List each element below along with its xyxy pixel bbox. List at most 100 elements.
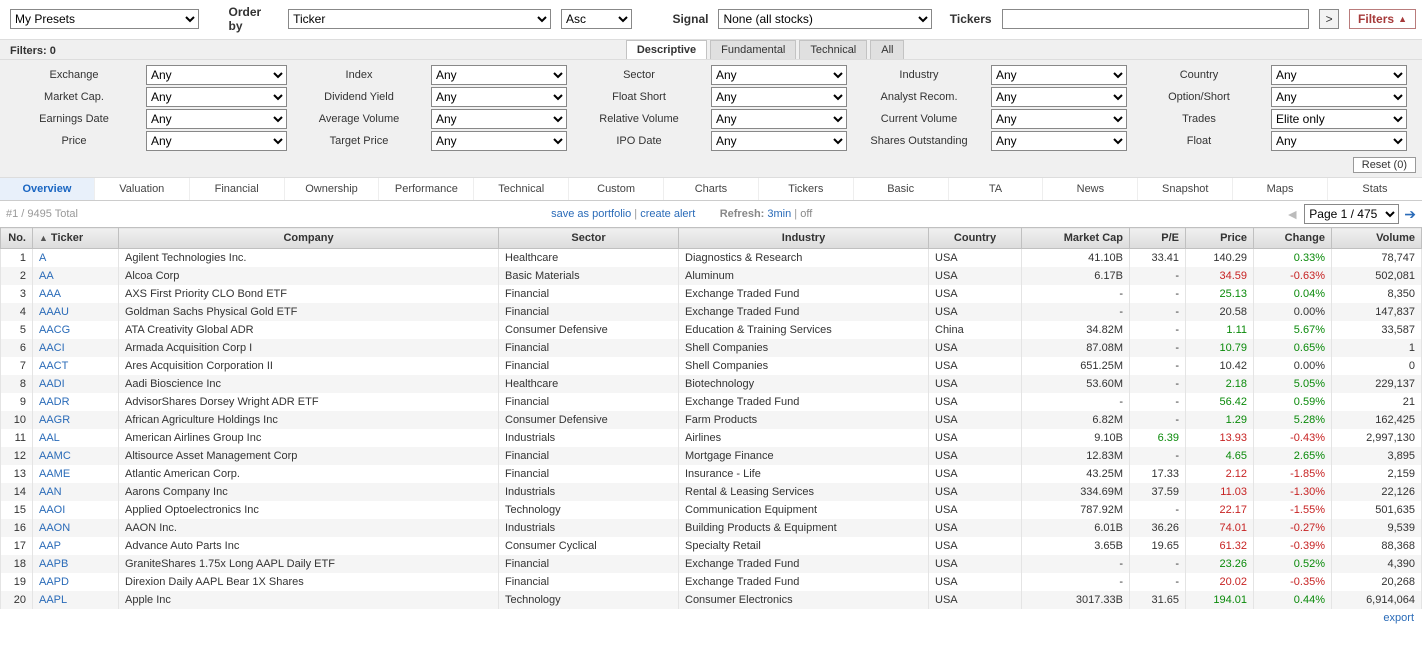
filter-select-analyst-recom-[interactable]: Any	[991, 87, 1127, 107]
cell-company: AdvisorShares Dorsey Wright ADR ETF	[119, 393, 499, 411]
ticker-link[interactable]: AACI	[39, 342, 65, 354]
filter-select-dividend-yield[interactable]: Any	[431, 87, 567, 107]
filter-select-average-volume[interactable]: Any	[431, 109, 567, 129]
ticker-link[interactable]: AAPD	[39, 576, 69, 588]
col-volume[interactable]: Volume	[1332, 228, 1422, 249]
cell-ticker: AAPB	[33, 555, 119, 573]
view-tab-ta[interactable]: TA	[949, 178, 1044, 200]
ticker-link[interactable]: AAMC	[39, 450, 71, 462]
filter-select-market-cap-[interactable]: Any	[146, 87, 287, 107]
refresh-time-link[interactable]: 3min	[767, 208, 791, 220]
ticker-link[interactable]: AAPB	[39, 558, 68, 570]
col-no[interactable]: No.	[1, 228, 33, 249]
ticker-link[interactable]: A	[39, 252, 46, 264]
create-alert-link[interactable]: create alert	[640, 208, 695, 220]
orderby-select[interactable]: Ticker	[288, 9, 551, 29]
filter-select-country[interactable]: Any	[1271, 65, 1407, 85]
col-pe[interactable]: P/E	[1130, 228, 1186, 249]
filter-label: Target Price	[289, 131, 429, 151]
ticker-link[interactable]: AAOI	[39, 504, 65, 516]
page-prev-icon[interactable]: ◄	[1285, 206, 1299, 222]
filter-select-target-price[interactable]: Any	[431, 131, 567, 151]
col-ticker[interactable]: ▲Ticker	[33, 228, 119, 249]
filter-select-ipo-date[interactable]: Any	[711, 131, 847, 151]
filters-toggle-button[interactable]: Filters▲	[1349, 9, 1416, 29]
filter-select-trades[interactable]: Elite only	[1271, 109, 1407, 129]
presets-select[interactable]: My Presets	[10, 9, 199, 29]
ticker-link[interactable]: AA	[39, 270, 54, 282]
ticker-link[interactable]: AADI	[39, 378, 65, 390]
filter-select-current-volume[interactable]: Any	[991, 109, 1127, 129]
ticker-link[interactable]: AACT	[39, 360, 68, 372]
tickers-input[interactable]	[1002, 9, 1310, 29]
col-industry[interactable]: Industry	[679, 228, 929, 249]
col-sector[interactable]: Sector	[499, 228, 679, 249]
ticker-link[interactable]: AAA	[39, 288, 61, 300]
filter-tab-fundamental[interactable]: Fundamental	[710, 40, 796, 59]
filter-select-float[interactable]: Any	[1271, 131, 1407, 151]
cell-marketcap: 43.25M	[1022, 465, 1130, 483]
view-tab-tickers[interactable]: Tickers	[759, 178, 854, 200]
refresh-off[interactable]: off	[800, 208, 812, 220]
page-select[interactable]: Page 1 / 475	[1304, 204, 1399, 224]
cell-price: 23.26	[1186, 555, 1254, 573]
direction-select[interactable]: Asc	[561, 9, 632, 29]
col-price[interactable]: Price	[1186, 228, 1254, 249]
cell-price: 194.01	[1186, 591, 1254, 609]
cell-no: 2	[1, 267, 33, 285]
filter-select-earnings-date[interactable]: Any	[146, 109, 287, 129]
view-tab-valuation[interactable]: Valuation	[95, 178, 190, 200]
ticker-link[interactable]: AAAU	[39, 306, 69, 318]
view-tab-maps[interactable]: Maps	[1233, 178, 1328, 200]
tickers-go-button[interactable]: >	[1319, 9, 1339, 29]
filter-select-exchange[interactable]: Any	[146, 65, 287, 85]
cell-ticker: AAAU	[33, 303, 119, 321]
cell-marketcap: 787.92M	[1022, 501, 1130, 519]
filter-tab-all[interactable]: All	[870, 40, 904, 59]
filter-tab-descriptive[interactable]: Descriptive	[626, 40, 707, 59]
col-company[interactable]: Company	[119, 228, 499, 249]
cell-change: -0.43%	[1254, 429, 1332, 447]
ticker-link[interactable]: AAGR	[39, 414, 70, 426]
ticker-link[interactable]: AAP	[39, 540, 61, 552]
filter-select-option-short[interactable]: Any	[1271, 87, 1407, 107]
view-tab-stats[interactable]: Stats	[1328, 178, 1422, 200]
ticker-link[interactable]: AAL	[39, 432, 60, 444]
view-tab-technical[interactable]: Technical	[474, 178, 569, 200]
ticker-link[interactable]: AAN	[39, 486, 62, 498]
cell-volume: 20,268	[1332, 573, 1422, 591]
ticker-link[interactable]: AACG	[39, 324, 70, 336]
save-portfolio-link[interactable]: save as portfolio	[551, 208, 631, 220]
col-marketcap[interactable]: Market Cap	[1022, 228, 1130, 249]
view-tab-performance[interactable]: Performance	[379, 178, 474, 200]
filter-tab-technical[interactable]: Technical	[799, 40, 867, 59]
ticker-link[interactable]: AAON	[39, 522, 70, 534]
cell-industry: Diagnostics & Research	[679, 249, 929, 268]
cell-pe: -	[1130, 447, 1186, 465]
view-tab-news[interactable]: News	[1043, 178, 1138, 200]
view-tab-overview[interactable]: Overview	[0, 178, 95, 200]
col-change[interactable]: Change	[1254, 228, 1332, 249]
filter-select-shares-outstanding[interactable]: Any	[991, 131, 1127, 151]
filter-select-sector[interactable]: Any	[711, 65, 847, 85]
filter-select-industry[interactable]: Any	[991, 65, 1127, 85]
ticker-link[interactable]: AADR	[39, 396, 70, 408]
col-country[interactable]: Country	[929, 228, 1022, 249]
cell-volume: 229,137	[1332, 375, 1422, 393]
view-tab-financial[interactable]: Financial	[190, 178, 285, 200]
filter-select-price[interactable]: Any	[146, 131, 287, 151]
view-tab-charts[interactable]: Charts	[664, 178, 759, 200]
export-link[interactable]: export	[1383, 612, 1414, 624]
filter-select-float-short[interactable]: Any	[711, 87, 847, 107]
reset-filters-button[interactable]: Reset (0)	[1353, 157, 1416, 173]
signal-select[interactable]: None (all stocks)	[718, 9, 931, 29]
view-tab-ownership[interactable]: Ownership	[285, 178, 380, 200]
ticker-link[interactable]: AAPL	[39, 594, 67, 606]
filter-select-relative-volume[interactable]: Any	[711, 109, 847, 129]
ticker-link[interactable]: AAME	[39, 468, 70, 480]
view-tab-snapshot[interactable]: Snapshot	[1138, 178, 1233, 200]
page-next-icon[interactable]: ➔	[1404, 206, 1416, 223]
filter-select-index[interactable]: Any	[431, 65, 567, 85]
view-tab-basic[interactable]: Basic	[854, 178, 949, 200]
view-tab-custom[interactable]: Custom	[569, 178, 664, 200]
